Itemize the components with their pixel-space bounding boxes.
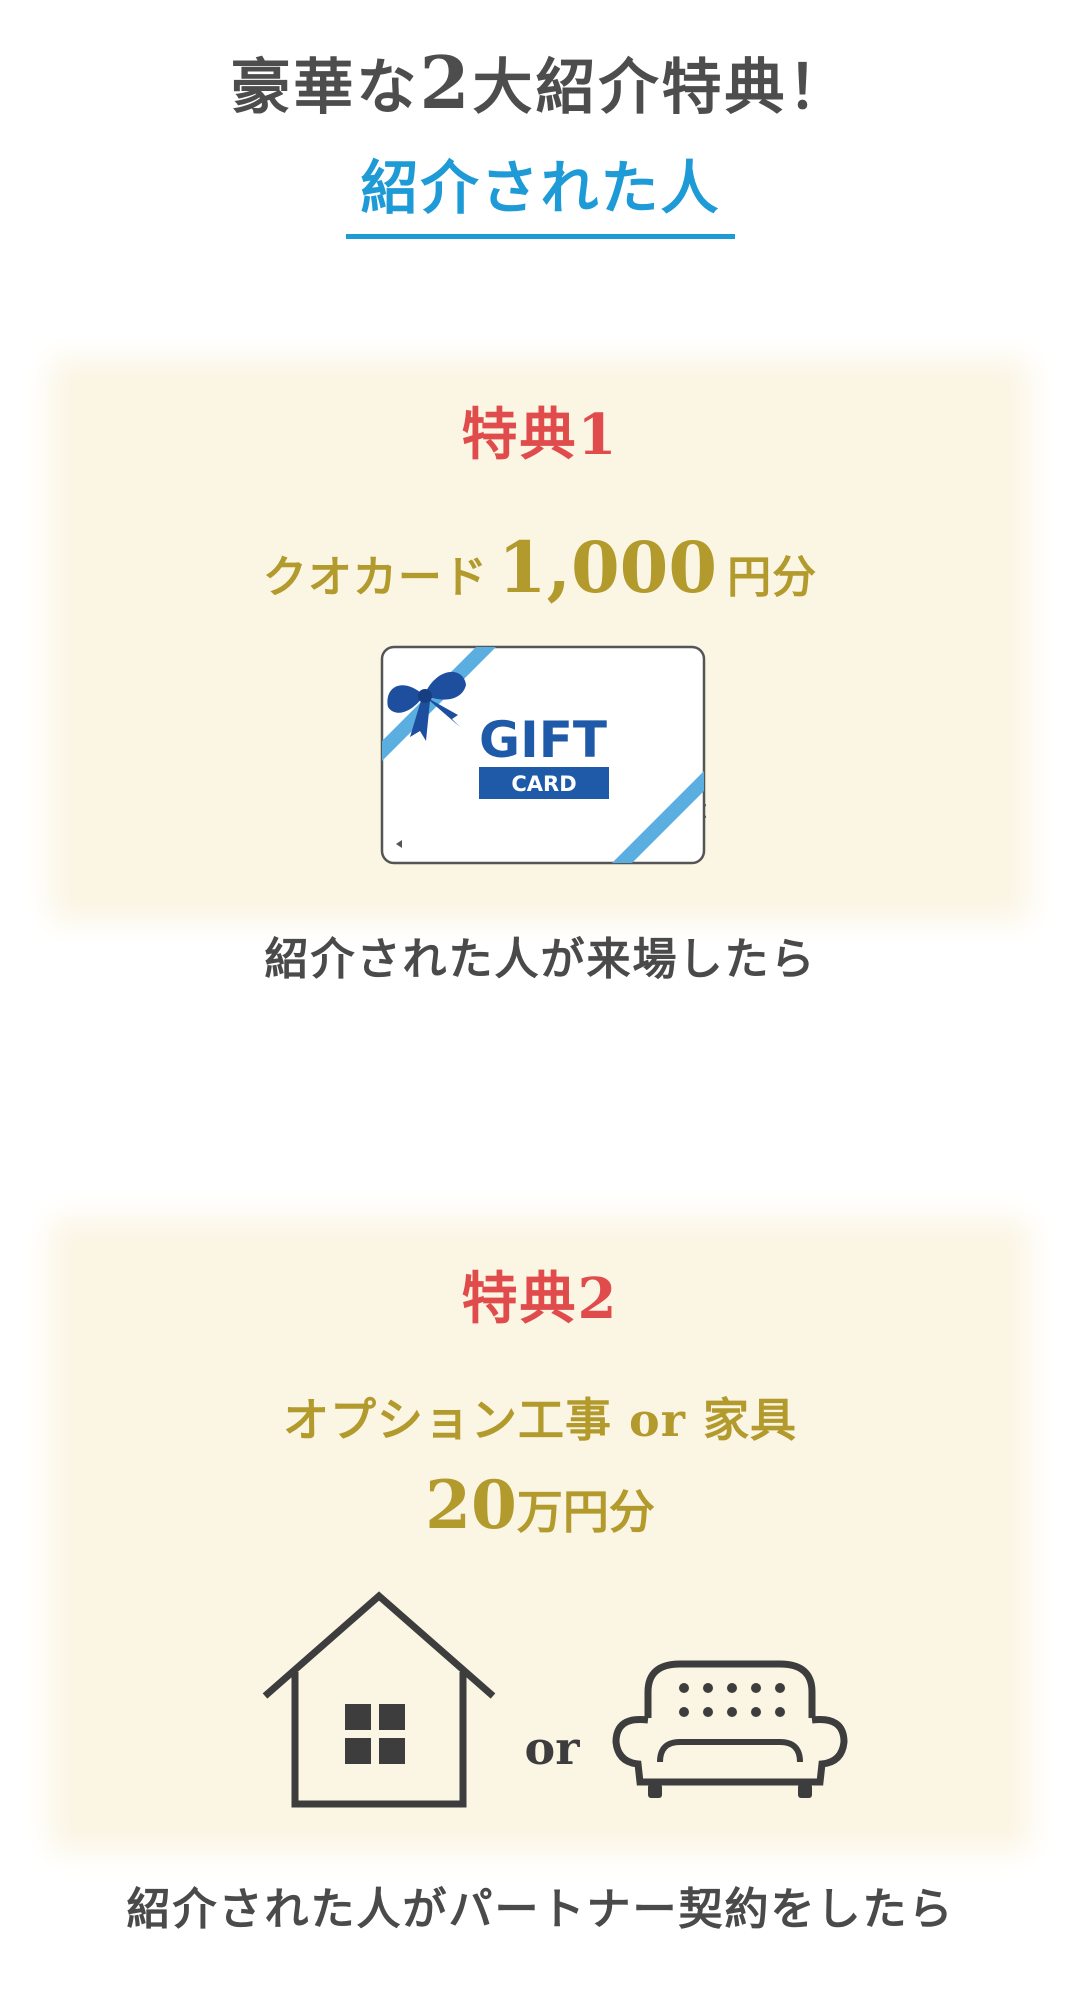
or-label: or — [524, 1721, 580, 1775]
benefit-2-caption: 紹介された人がパートナー契約をしたら — [126, 1884, 955, 1935]
benefit-2-heading: 特典2 — [461, 1266, 619, 1332]
benefit-1-prize-unit: 円分 — [727, 552, 818, 603]
benefit-1-prize: クオカード 1,000 円分 — [72, 528, 1008, 627]
sofa-icon — [612, 1660, 848, 1798]
benefit-1-prize-name: クオカード — [262, 552, 488, 603]
title-suffix: 大紹介特典！ — [472, 53, 851, 123]
benefit-1-prize-amount: 1,000 — [497, 526, 718, 609]
gift-card-subtitle: CARD — [511, 772, 576, 796]
gift-card-icon: GIFT CARD — [380, 645, 706, 865]
main-title: 豪華な2大紹介特典！ — [0, 38, 1081, 133]
benefit-1-caption: 紹介された人が来場したら — [264, 934, 817, 985]
benefit-2-prize-amount: 20 — [425, 1466, 517, 1544]
title-prefix: 豪華な — [230, 53, 420, 123]
benefit-2-prize-unit: 万円分 — [516, 1485, 655, 1539]
benefit-1-heading: 特典1 — [461, 402, 619, 468]
gift-card-title: GIFT — [479, 711, 607, 769]
benefit-1-box: 特典1 クオカード 1,000 円分 GIFT CARD — [72, 380, 1008, 900]
house-icon — [262, 1591, 496, 1808]
benefit-2-prize-line: オプション工事 or 家具 — [283, 1393, 797, 1447]
subtitle: 紹介された人 — [346, 148, 735, 239]
title-number: 2 — [419, 40, 473, 125]
subtitle-wrap: 紹介された人 — [0, 148, 1081, 239]
benefit-2-prize-amount-line: 20万円分 — [72, 1465, 1008, 1563]
benefit-2-box: 特典2 オプション工事 or 家具 20万円分 or — [72, 1240, 1008, 1830]
